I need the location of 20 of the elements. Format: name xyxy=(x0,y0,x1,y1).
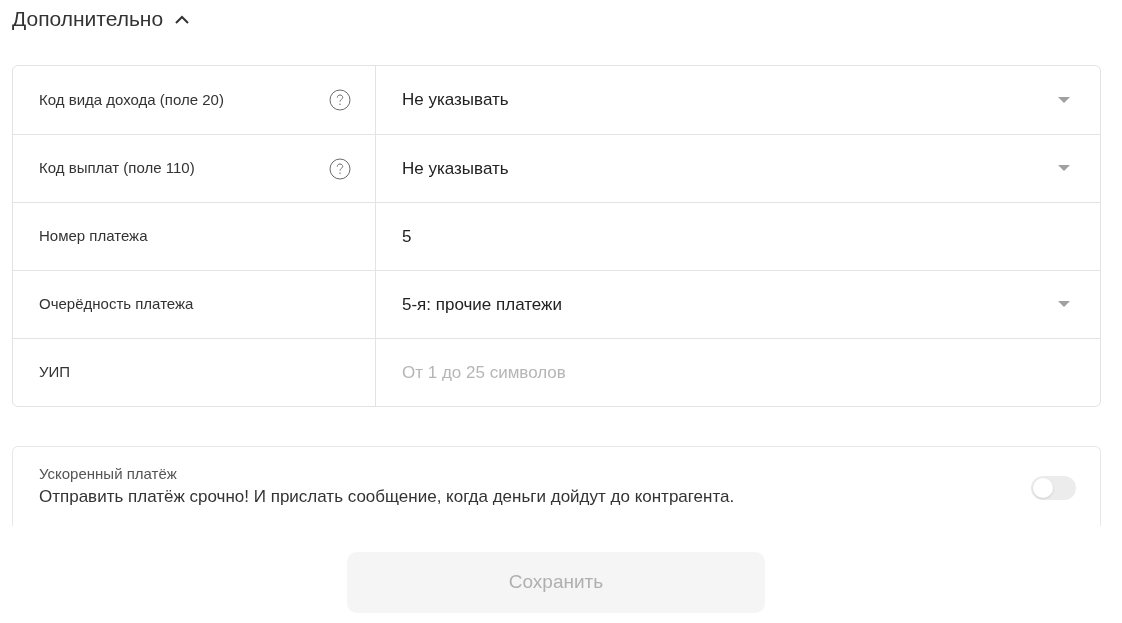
chevron-up-icon[interactable] xyxy=(175,14,190,24)
select-field[interactable]: Не указывать xyxy=(376,66,1100,134)
select-field[interactable]: 5-я: прочие платежи xyxy=(376,271,1100,338)
caret-icon xyxy=(1058,165,1070,172)
help-icon[interactable] xyxy=(329,157,351,180)
field-label: Код выплат (поле 110) xyxy=(39,158,195,179)
section-title: Дополнительно xyxy=(12,6,164,33)
help-icon[interactable] xyxy=(329,89,351,111)
urgent-description: Отправить платёж срочно! И прислать сообщение, когда деньги дойдут до контрагента. xyxy=(39,486,735,508)
field-label: Код вида дохода (поле 20) xyxy=(39,89,224,110)
urgent-title: Ускоренный платёж xyxy=(39,464,178,484)
input-field[interactable]: 5 xyxy=(376,203,1100,270)
field-label: Номер платежа xyxy=(39,226,148,247)
input-field[interactable]: От 1 до 25 символов xyxy=(376,339,1100,406)
field-label: УИП xyxy=(39,362,71,383)
caret-icon xyxy=(1058,301,1070,308)
caret-icon xyxy=(1058,96,1070,104)
toggle-switch[interactable] xyxy=(1031,476,1076,500)
select-field[interactable]: Не указывать xyxy=(376,135,1100,202)
field-label: Очерёдность платежа xyxy=(39,294,194,315)
